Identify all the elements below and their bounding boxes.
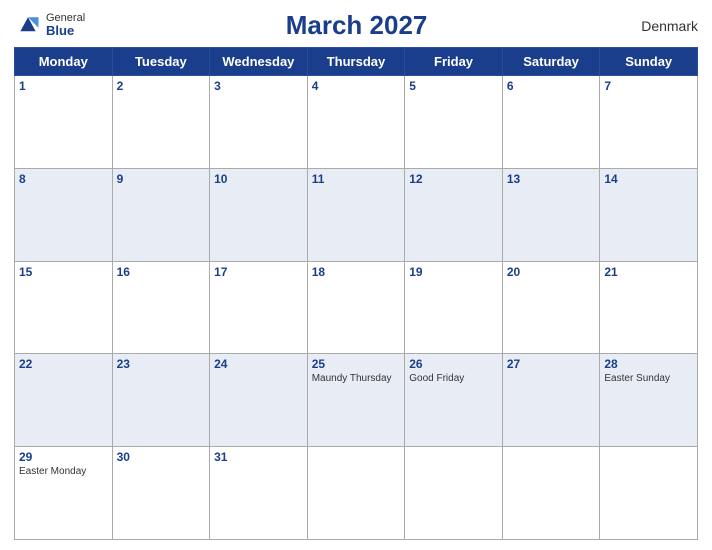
- calendar-title: March 2027: [85, 10, 628, 41]
- calendar-cell: 24: [210, 354, 308, 447]
- calendar-cell: 5: [405, 76, 503, 169]
- col-wednesday: Wednesday: [210, 48, 308, 76]
- calendar-cell: 9: [112, 168, 210, 261]
- week-row-4: 22 23 24 25 Maundy Thursday 26 Good Friday 27 28…: [15, 354, 698, 447]
- logo: General Blue: [14, 12, 85, 40]
- day-number: 1: [19, 79, 108, 93]
- day-number: 15: [19, 265, 108, 279]
- calendar-cell: 7: [600, 76, 698, 169]
- calendar-container: General Blue March 2027 Denmark Monday T…: [0, 0, 712, 550]
- calendar-cell: 13: [502, 168, 600, 261]
- day-number: 9: [117, 172, 206, 186]
- calendar-cell: 28 Easter Sunday: [600, 354, 698, 447]
- calendar-cell: 25 Maundy Thursday: [307, 354, 405, 447]
- day-number: 11: [312, 172, 401, 186]
- col-thursday: Thursday: [307, 48, 405, 76]
- day-number: 16: [117, 265, 206, 279]
- calendar-cell: 16: [112, 261, 210, 354]
- logo-text: General Blue: [46, 12, 85, 38]
- week-row-1: 1234567: [15, 76, 698, 169]
- calendar-header: General Blue March 2027 Denmark: [14, 10, 698, 41]
- day-number: 8: [19, 172, 108, 186]
- calendar-cell: 17: [210, 261, 308, 354]
- holiday-label: Maundy Thursday: [312, 373, 401, 384]
- calendar-cell: 31: [210, 447, 308, 540]
- calendar-cell: 23: [112, 354, 210, 447]
- calendar-cell: 26 Good Friday: [405, 354, 503, 447]
- week-row-2: 89 10 11 12 13 14: [15, 168, 698, 261]
- logo-icon: [14, 12, 42, 40]
- calendar-cell: 14: [600, 168, 698, 261]
- day-number: 4: [312, 79, 401, 93]
- col-friday: Friday: [405, 48, 503, 76]
- day-number: 7: [604, 79, 693, 93]
- calendar-cell: 8: [15, 168, 113, 261]
- calendar-cell: 6: [502, 76, 600, 169]
- day-number: 21: [604, 265, 693, 279]
- calendar-cell: [502, 447, 600, 540]
- calendar-cell: 29 Easter Monday: [15, 447, 113, 540]
- day-number: 30: [117, 450, 206, 464]
- calendar-cell: 27: [502, 354, 600, 447]
- day-number: 24: [214, 357, 303, 371]
- day-number: 6: [507, 79, 596, 93]
- calendar-cell: [405, 447, 503, 540]
- logo-blue-text: Blue: [46, 24, 85, 38]
- day-number: 18: [312, 265, 401, 279]
- days-header-row: Monday Tuesday Wednesday Thursday Friday…: [15, 48, 698, 76]
- day-number: 14: [604, 172, 693, 186]
- calendar-cell: 15: [15, 261, 113, 354]
- day-number: 31: [214, 450, 303, 464]
- day-number: 10: [214, 172, 303, 186]
- calendar-cell: 20: [502, 261, 600, 354]
- calendar-cell: 19: [405, 261, 503, 354]
- day-number: 26: [409, 357, 498, 371]
- calendar-cell: 1: [15, 76, 113, 169]
- calendar-cell: [307, 447, 405, 540]
- week-row-5: 29 Easter Monday 30 31: [15, 447, 698, 540]
- col-monday: Monday: [15, 48, 113, 76]
- day-number: 5: [409, 79, 498, 93]
- calendar-cell: 4: [307, 76, 405, 169]
- col-saturday: Saturday: [502, 48, 600, 76]
- day-number: 17: [214, 265, 303, 279]
- day-number: 28: [604, 357, 693, 371]
- day-number: 12: [409, 172, 498, 186]
- calendar-cell: 18: [307, 261, 405, 354]
- col-sunday: Sunday: [600, 48, 698, 76]
- calendar-cell: 11: [307, 168, 405, 261]
- day-number: 25: [312, 357, 401, 371]
- day-number: 29: [19, 450, 108, 464]
- day-number: 27: [507, 357, 596, 371]
- day-number: 22: [19, 357, 108, 371]
- calendar-cell: 3: [210, 76, 308, 169]
- calendar-cell: 10: [210, 168, 308, 261]
- calendar-cell: 22: [15, 354, 113, 447]
- day-number: 23: [117, 357, 206, 371]
- day-number: 20: [507, 265, 596, 279]
- holiday-label: Easter Monday: [19, 466, 108, 477]
- calendar-cell: 12: [405, 168, 503, 261]
- calendar-table: Monday Tuesday Wednesday Thursday Friday…: [14, 47, 698, 540]
- day-number: 19: [409, 265, 498, 279]
- calendar-cell: 2: [112, 76, 210, 169]
- week-row-3: 15 16 17 18 19 20 21: [15, 261, 698, 354]
- holiday-label: Good Friday: [409, 373, 498, 384]
- holiday-label: Easter Sunday: [604, 373, 693, 384]
- day-number: 3: [214, 79, 303, 93]
- day-number: 13: [507, 172, 596, 186]
- country-label: Denmark: [628, 18, 698, 34]
- calendar-cell: 30: [112, 447, 210, 540]
- calendar-cell: [600, 447, 698, 540]
- calendar-cell: 21: [600, 261, 698, 354]
- day-number: 2: [117, 79, 206, 93]
- col-tuesday: Tuesday: [112, 48, 210, 76]
